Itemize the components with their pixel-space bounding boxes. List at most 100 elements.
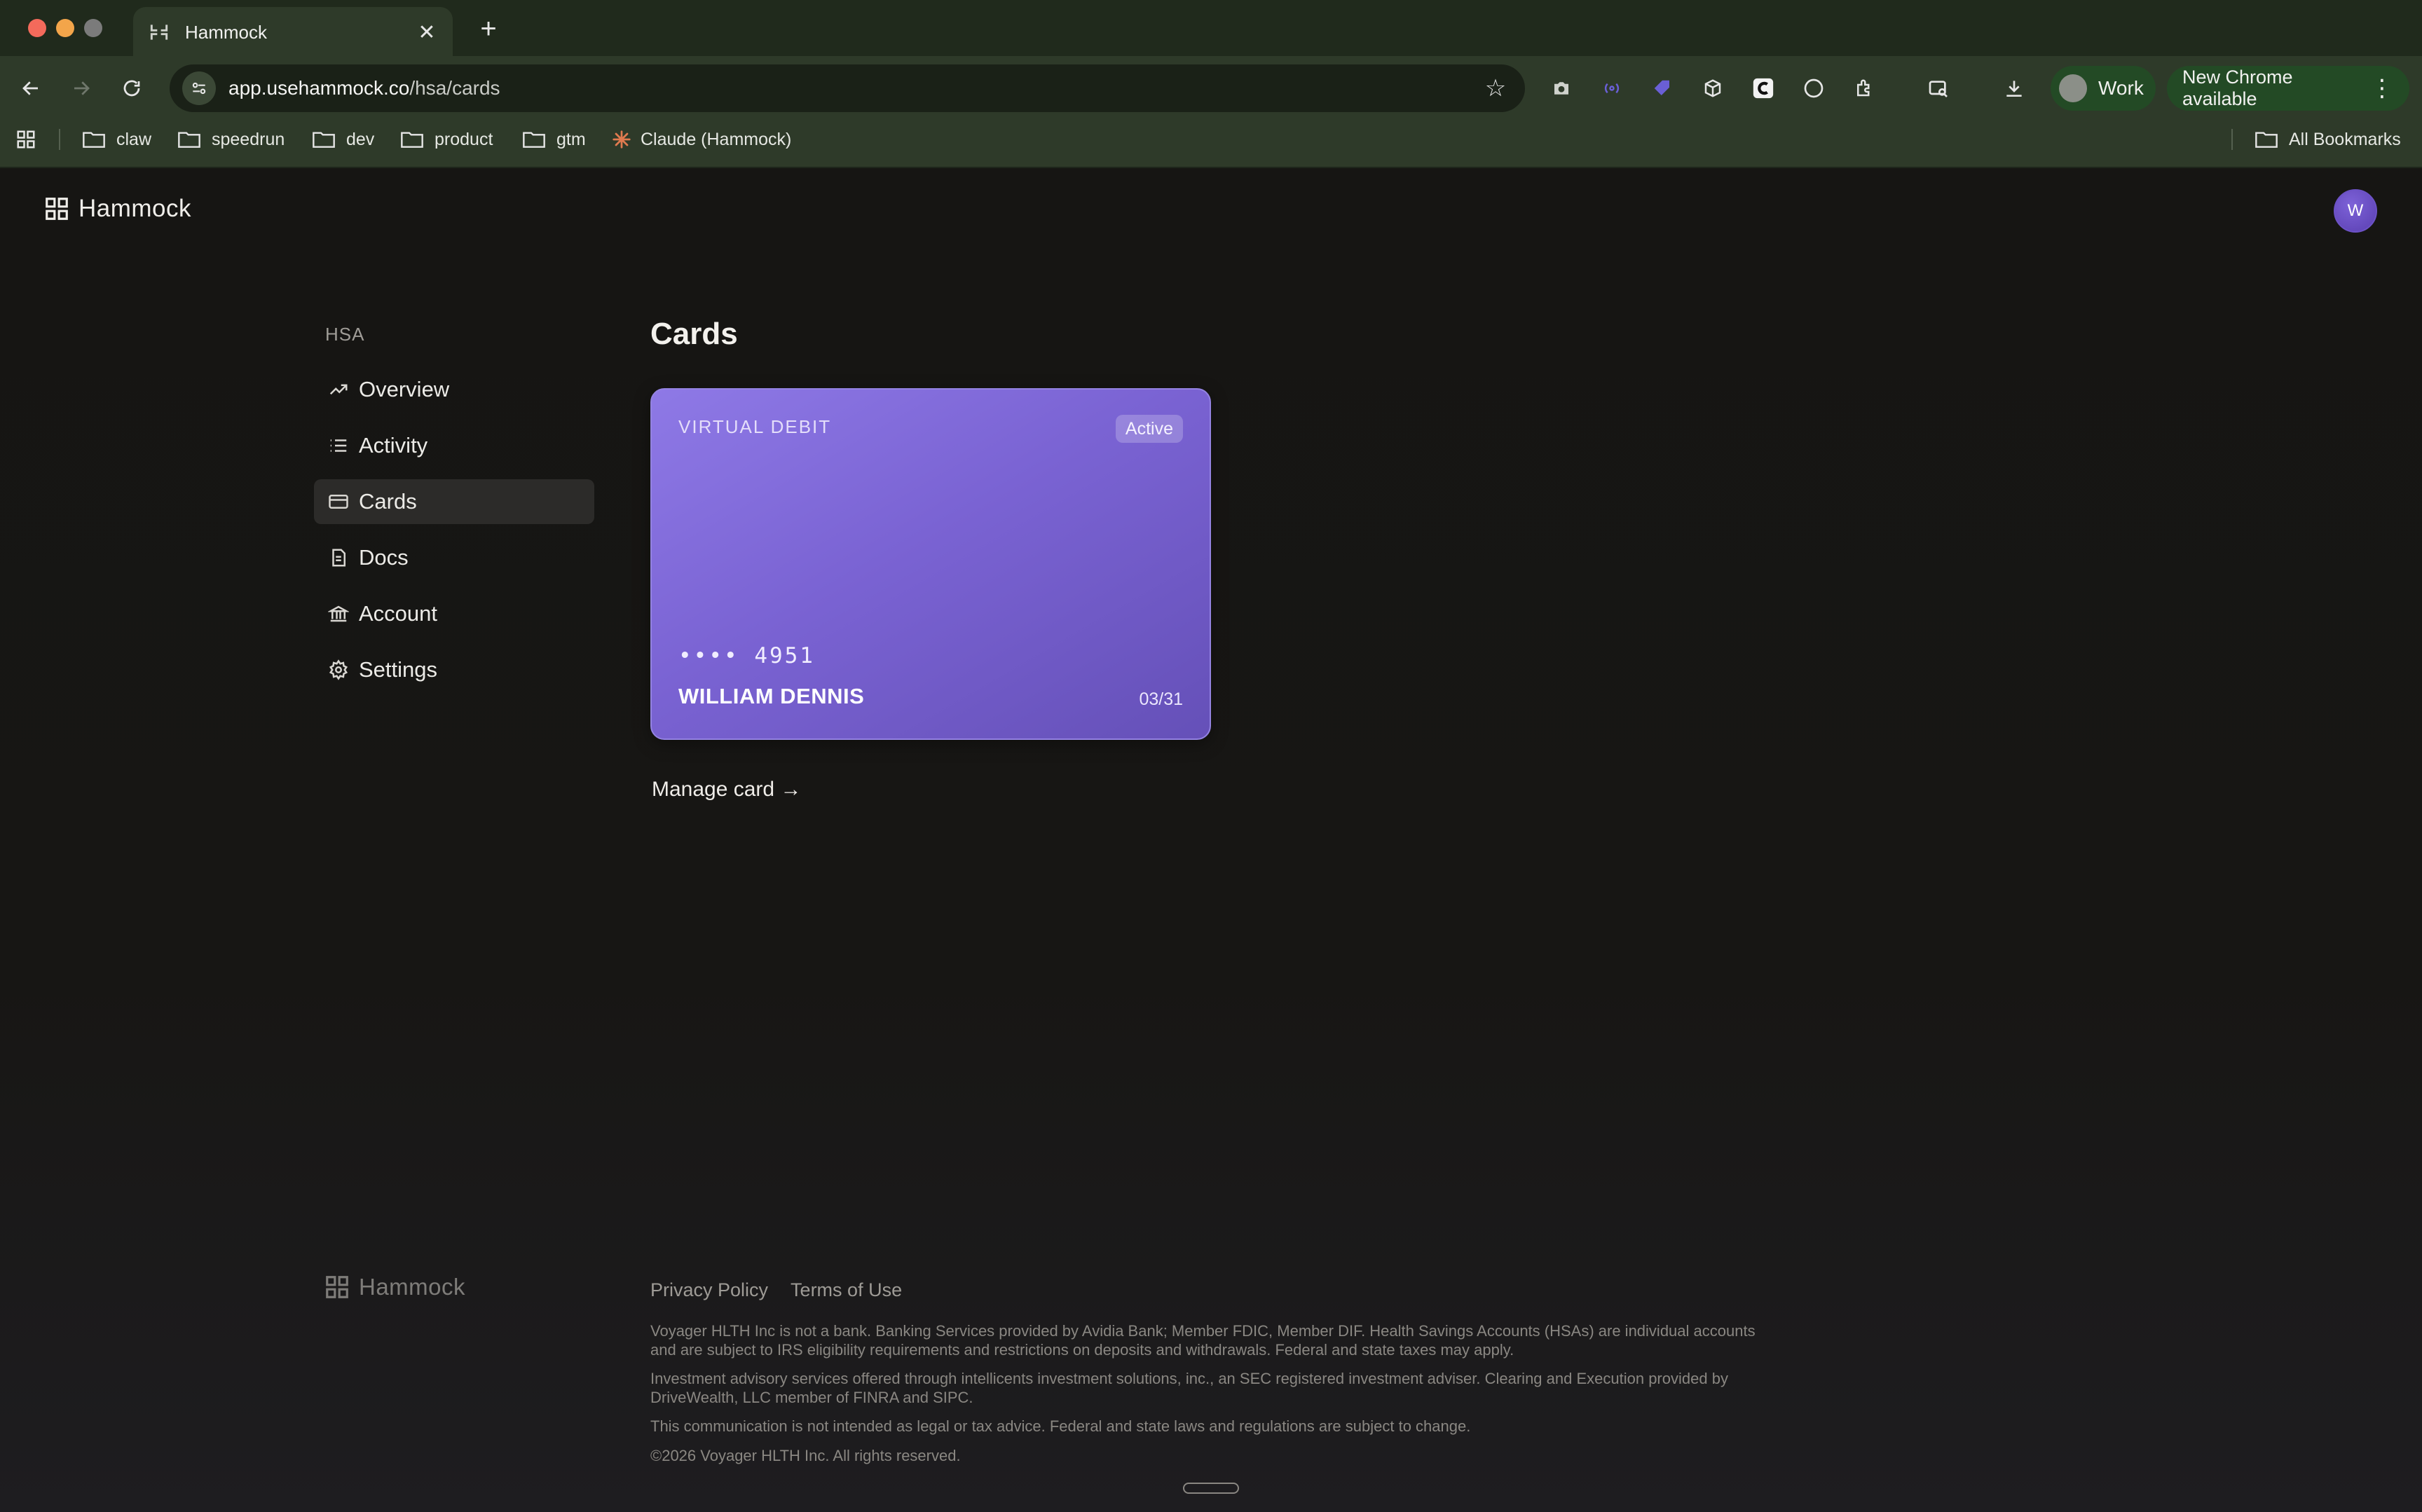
bookmark-label: gtm [556,129,586,149]
legal-investment-disclosure: Investment advisory services offered thr… [650,1370,1728,1406]
brand-name: Hammock [78,195,192,222]
bookmarks-bar: claw speedrun dev product gtm Claude (Ha… [0,121,2422,158]
gear-icon [327,658,350,682]
trend-up-icon [327,378,350,401]
tag-extension-icon[interactable] [1647,73,1678,104]
bookmark-folder-claw[interactable]: claw [83,121,151,158]
privacy-policy-link[interactable]: Privacy Policy [650,1279,768,1301]
folder-icon [523,132,545,148]
user-avatar[interactable]: W [2334,189,2377,233]
close-window-button[interactable] [28,19,46,37]
more-menu-icon[interactable]: ⋮ [2370,74,2394,102]
camera-extension-icon[interactable] [1546,73,1577,104]
legal-advice-disclaimer: This communication is not intended as le… [650,1417,1471,1435]
minimize-window-button[interactable] [56,19,74,37]
broadcast-extension-icon[interactable] [1596,73,1627,104]
card-number: •••• 4951 [678,643,815,668]
profile-button[interactable]: Work [2051,66,2156,111]
folder-icon [178,132,200,148]
bank-icon [327,602,350,626]
update-label: New Chrome available [2182,67,2293,109]
chrome-update-button[interactable]: New Chrome available ⋮ [2167,66,2409,111]
sidebar-item-label: Cards [359,489,417,514]
virtual-debit-card[interactable]: VIRTUAL DEBIT Active •••• 4951 WILLIAM D… [650,388,1211,740]
circle-extension-icon[interactable] [1798,73,1829,104]
bookmark-claude-hammock[interactable]: Claude (Hammock) [611,121,791,158]
brand-logo[interactable]: Hammock [43,195,191,223]
bookmark-folder-dev[interactable]: dev [313,121,374,158]
browser-tab-hammock[interactable]: Hammock ✕ [133,7,453,57]
sidebar-item-label: Settings [359,657,438,682]
bookmark-folder-product[interactable]: product [401,121,493,158]
claude-sparkle-icon [613,130,631,149]
forward-button[interactable] [64,71,98,105]
bookmark-label: Claude (Hammock) [641,129,792,149]
navigation-bar: app.usehammock.co/hsa/cards ☆ Work New C… [0,57,2422,119]
tab-search-icon[interactable] [1923,73,1954,104]
page-content: Hammock W HSA Overview Activity Cards Do… [0,170,2422,1512]
card-icon [327,490,350,514]
sidebar-section-title: HSA [325,324,365,345]
sidebar-item-label: Account [359,601,438,626]
box-extension-icon[interactable] [1697,73,1728,104]
status-badge: Active [1115,415,1183,443]
extensions-puzzle-icon[interactable] [1849,73,1880,104]
folder-icon [83,132,105,148]
sidebar-item-account[interactable]: Account [314,591,594,636]
url-path: /hsa/cards [409,77,500,99]
list-icon [327,434,350,458]
bookmark-folder-gtm[interactable]: gtm [523,121,586,158]
close-tab-icon[interactable]: ✕ [415,20,439,45]
downloads-icon[interactable] [1999,73,2030,104]
bookmark-star-icon[interactable]: ☆ [1479,74,1512,102]
c-extension-icon[interactable] [1748,73,1779,104]
terms-of-use-link[interactable]: Terms of Use [791,1279,902,1301]
bookmark-label: speedrun [212,129,285,149]
hammock-logo-icon [326,1276,348,1298]
sidebar-item-label: Overview [359,377,450,401]
apps-grid-icon[interactable] [15,121,36,158]
tab-strip: Hammock ✕ + [0,0,2422,57]
sidebar-item-settings[interactable]: Settings [314,647,594,692]
reload-button[interactable] [115,71,149,105]
folder-icon [401,132,423,148]
folder-icon [2255,132,2278,148]
cardholder-name: WILLIAM DENNIS [678,684,865,708]
footer-links: Privacy Policy Terms of Use [650,1279,924,1301]
zoom-window-button[interactable] [84,19,102,37]
sidebar-item-cards[interactable]: Cards [314,479,594,524]
profile-avatar [2059,74,2087,102]
page-title: Cards [650,317,738,351]
scroll-handle[interactable] [1183,1483,1239,1494]
bookmark-label: claw [116,129,152,149]
all-bookmarks-label: All Bookmarks [2289,129,2401,149]
document-icon [327,546,350,570]
all-bookmarks-button[interactable]: All Bookmarks [2255,121,2401,158]
site-settings-icon[interactable] [182,71,216,105]
manage-card-link[interactable]: Manage card → [652,778,801,802]
sidebar-item-label: Activity [359,433,428,458]
sidebar-item-overview[interactable]: Overview [314,367,594,412]
bookmark-label: dev [346,129,375,149]
browser-chrome: Hammock ✕ + app.usehammock.co/hsa/cards … [0,0,2422,168]
url-text[interactable]: app.usehammock.co/hsa/cards [228,77,1479,99]
sidebar-item-label: Docs [359,545,409,570]
profile-label: Work [2098,77,2144,99]
card-type: VIRTUAL DEBIT [678,416,832,437]
address-bar[interactable]: app.usehammock.co/hsa/cards ☆ [170,64,1525,112]
folder-icon [313,132,335,148]
legal-banking-disclosure: Voyager HLTH Inc is not a bank. Banking … [650,1322,1756,1359]
back-button[interactable] [14,71,48,105]
sidebar-item-docs[interactable]: Docs [314,535,594,580]
bookmark-label: product [435,129,493,149]
bookmarks-separator [2231,129,2233,150]
url-host: app.usehammock.co [228,77,410,99]
bookmarks-separator [59,129,60,150]
hammock-favicon-icon [147,20,171,44]
footer-brand-logo: Hammock [324,1274,465,1300]
hammock-logo-icon [46,198,68,220]
card-expiry: 03/31 [1139,689,1183,709]
bookmark-folder-speedrun[interactable]: speedrun [178,121,285,158]
new-tab-button[interactable]: + [471,11,506,46]
sidebar-item-activity[interactable]: Activity [314,423,594,468]
